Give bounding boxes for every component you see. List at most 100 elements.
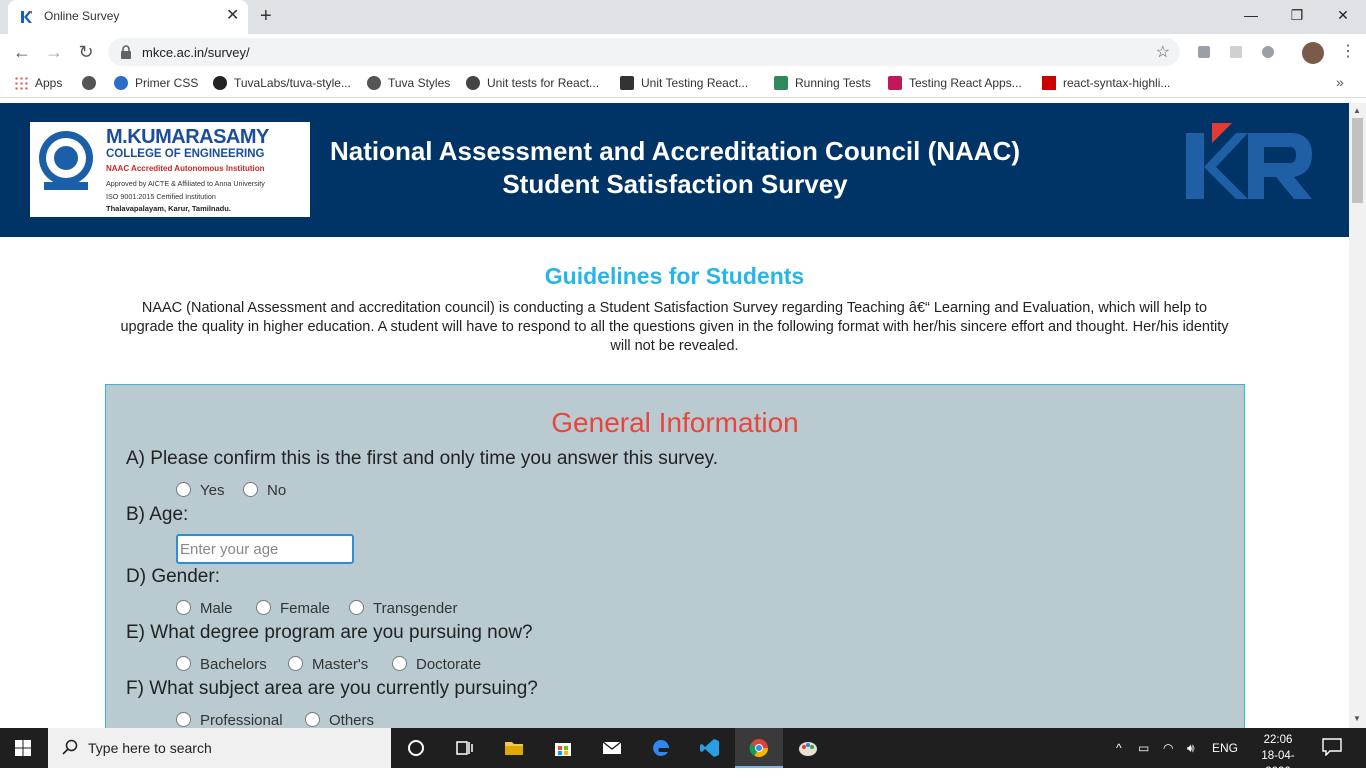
radio-female[interactable]: Female [256,600,330,617]
forward-icon[interactable]: → [42,40,66,64]
search-icon [62,739,78,755]
show-hidden-icons-icon[interactable]: ^ [1116,741,1122,755]
tab-online-survey[interactable]: Online Survey ✕ [8,0,248,34]
notification-icon[interactable] [1322,738,1342,756]
question-f: F) What subject area are you currently p… [126,678,538,699]
page-title: National Assessment and Accreditation Co… [320,135,1030,201]
mail-icon [602,741,622,754]
radio-circle[interactable] [392,656,407,671]
search-placeholder: Type here to search [88,740,212,756]
more-bookmarks-icon[interactable]: » [1336,74,1344,90]
extension-icon[interactable] [1228,44,1244,60]
radio-circle[interactable] [176,600,191,615]
scroll-thumb[interactable] [1352,118,1363,203]
edge-icon [653,740,669,756]
bookmark-testing-react[interactable]: Testing React Apps... [888,76,1022,90]
page-scrollbar[interactable]: ▲ ▼ [1349,103,1366,728]
bookmark-unit-testing[interactable]: Unit Testing React... [620,76,748,90]
title-line-2: Student Satisfaction Survey [502,169,848,199]
apps-grid-icon [14,76,28,90]
lock-icon [121,45,131,59]
paint-button[interactable] [784,728,832,768]
radio-circle[interactable] [243,482,258,497]
edge-button[interactable] [637,728,685,768]
form-title: General Information [551,407,799,438]
globe-icon [82,76,96,90]
radio-circle[interactable] [176,656,191,671]
store-button[interactable] [539,728,587,768]
age-input[interactable] [176,534,354,564]
radio-male[interactable]: Male [176,600,233,617]
bookmark-running-tests[interactable]: Running Tests [774,76,871,90]
bookmark-globe[interactable] [82,76,103,90]
kr-logo-icon [1186,123,1312,199]
timeline-button[interactable] [440,728,488,768]
minimize-icon[interactable]: — [1228,4,1274,28]
college-name: M.KUMARASAMY [106,126,269,148]
avatar[interactable] [1302,42,1324,64]
reload-icon[interactable]: ↻ [74,40,98,64]
file-explorer-button[interactable] [490,728,538,768]
college-crest-icon [39,131,93,190]
radio-circle[interactable] [288,656,303,671]
chrome-button[interactable] [735,728,783,768]
radio-circle[interactable] [349,600,364,615]
bookmark-tuva-styles[interactable]: Tuva Styles [367,76,450,90]
bookmark-primer-css[interactable]: Primer CSS [114,76,198,90]
battery-icon[interactable]: ▭ [1138,741,1149,755]
vscode-button[interactable] [686,728,734,768]
radio-bachelors[interactable]: Bachelors [176,656,267,673]
tab-title: Online Survey [44,9,120,23]
bookmark-star-icon[interactable]: ☆ [1156,42,1170,62]
question-a: A) Please confirm this is the first and … [126,448,719,469]
page-viewport: M.KUMARASAMY COLLEGE OF ENGINEERING NAAC… [0,103,1349,728]
question-b: B) Age: [126,504,189,525]
jest-icon [774,76,788,90]
radio-circle[interactable] [176,482,191,497]
wifi-icon[interactable]: ◠ [1163,741,1173,755]
radio-circle[interactable] [305,712,320,727]
question-e: E) What degree program are you pursuing … [126,622,533,643]
close-tab-icon[interactable]: ✕ [226,6,239,26]
mail-button[interactable] [588,728,636,768]
address-bar[interactable]: mkce.ac.in/survey/ ☆ [108,38,1180,66]
menu-icon[interactable]: ⋮ [1340,42,1356,62]
site-icon [466,76,480,90]
language-indicator[interactable]: ENG [1212,741,1238,755]
radio-doctorate[interactable]: Doctorate [392,656,481,673]
radio-transgender[interactable]: Transgender [349,600,458,617]
volume-icon[interactable]: 🔊︎ [1187,741,1195,756]
clock[interactable]: 22:06 18-04-2020 [1252,732,1304,780]
restore-icon[interactable]: ❐ [1274,4,1320,28]
radio-masters[interactable]: Master's [288,656,368,673]
radio-no[interactable]: No [243,482,286,499]
kr-favicon-icon [21,11,32,23]
taskbar-search[interactable]: Type here to search [48,728,391,768]
radio-yes[interactable]: Yes [176,482,224,499]
radio-circle[interactable] [176,712,191,727]
windows-taskbar: Type here to search ^ ▭ ◠ 🔊︎ ENG 22:06 1… [0,728,1366,778]
radio-others[interactable]: Others [305,712,374,728]
clock-time: 22:06 [1263,734,1293,746]
radio-professional[interactable]: Professional [176,712,283,728]
bookmark-tuvalabs[interactable]: TuvaLabs/tuva-style... [213,76,351,90]
scroll-up-icon[interactable]: ▲ [1353,106,1361,115]
browser-toolbar: ← → ↻ mkce.ac.in/survey/ ☆ ⋮ [0,34,1366,70]
chrome-icon [749,739,768,758]
college-approval: Approved by AICTE & Affiliated to Anna U… [106,179,265,188]
store-icon [555,743,571,756]
back-icon[interactable]: ← [10,40,34,64]
bookmark-apps[interactable]: Apps [14,76,62,90]
general-info-form: General Information A) Please confirm th… [105,384,1245,728]
bookmark-unit-tests[interactable]: Unit tests for React... [466,76,599,90]
bookmark-react-syntax[interactable]: react-syntax-highli... [1042,76,1170,90]
extension-icon[interactable] [1196,44,1212,60]
extension-icon[interactable] [1260,44,1276,60]
new-tab-icon[interactable]: + [260,4,272,28]
scroll-down-icon[interactable]: ▼ [1353,714,1361,723]
radio-circle[interactable] [256,600,271,615]
task-view-button[interactable] [392,728,440,768]
paint-icon [799,742,817,756]
windows-start-icon[interactable] [15,740,31,756]
close-window-icon[interactable]: ✕ [1320,4,1366,28]
